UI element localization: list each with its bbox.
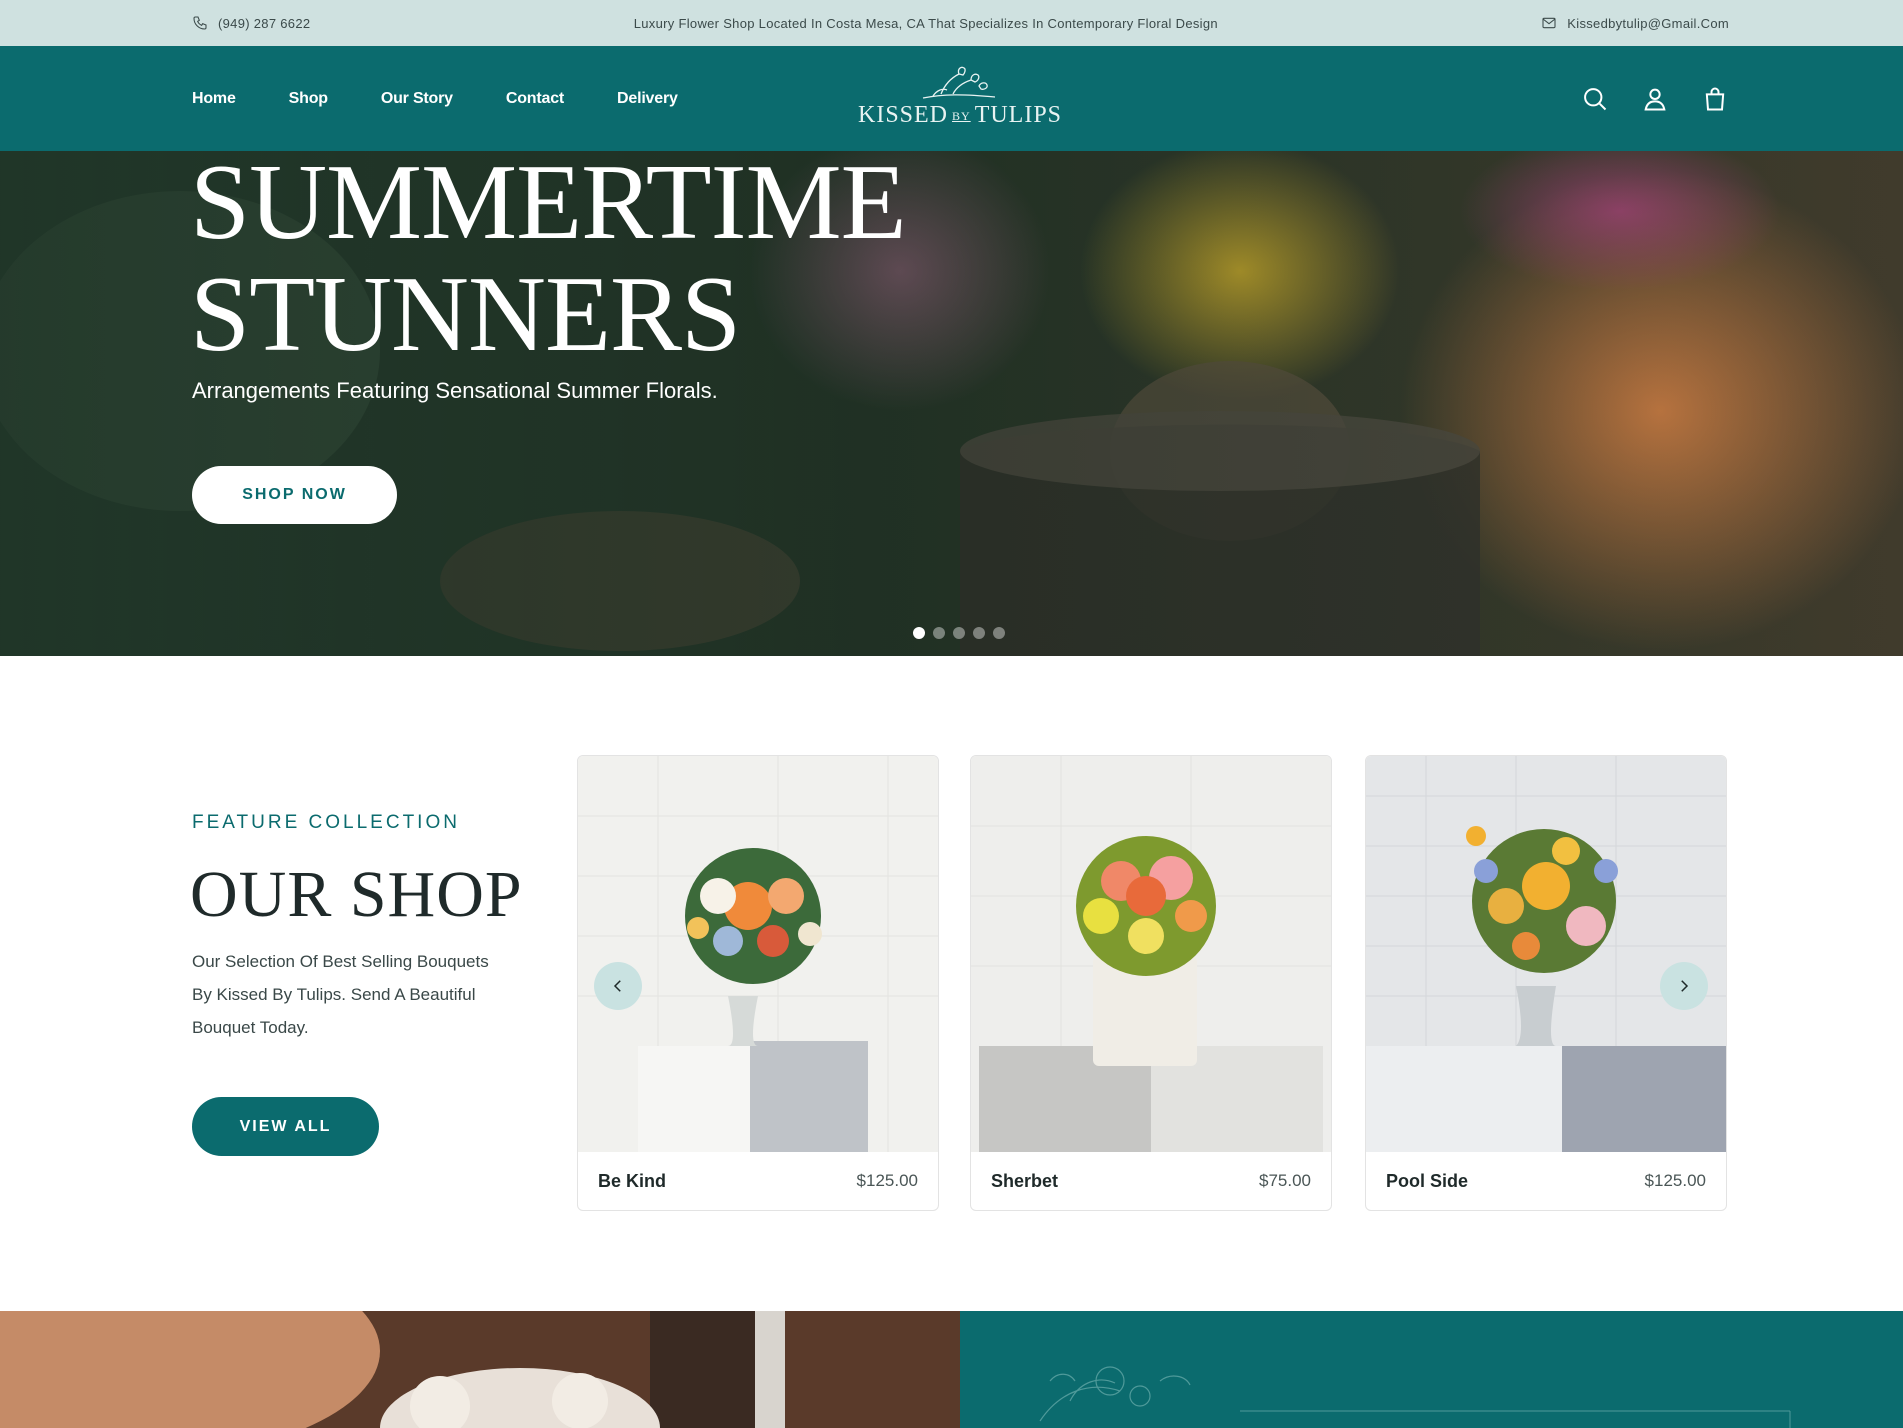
nav-home[interactable]: Home [192,90,236,108]
hero-banner: SUMMERTIME STUNNERS Arrangements Featuri… [0,151,1903,656]
mail-icon [1542,17,1556,29]
site-logo[interactable]: KISSED BY TULIPS [858,64,1063,134]
user-icon [1644,88,1666,110]
email-address[interactable]: Kissedbytulip@Gmail.Com [1567,16,1729,31]
product-image[interactable] [578,756,938,1152]
product-name[interactable]: Be Kind [598,1171,666,1192]
product-price: $75.00 [1259,1171,1311,1190]
top-info-bar: (949) 287 6622 Luxury Flower Shop Locate… [0,0,1903,46]
floral-ornament-icon [1039,1366,1791,1428]
product-image[interactable] [1366,756,1726,1152]
carousel-dot-5[interactable] [993,627,1005,639]
cart-button[interactable] [1701,85,1729,113]
phone-contact[interactable]: (949) 287 6622 [192,15,310,31]
site-header: Home Shop Our Story Contact Delivery KIS… [0,46,1903,151]
header-actions [1581,46,1729,151]
account-button[interactable] [1641,85,1669,113]
product-meta: Sherbet $75.00 [971,1152,1331,1210]
search-icon [1584,87,1607,110]
product-name[interactable]: Pool Side [1386,1171,1468,1192]
logo-wordmark: KISSED BY TULIPS [858,102,1063,128]
feature-eyebrow: FEATURE COLLECTION [192,812,460,833]
nav-shop[interactable]: Shop [289,90,328,108]
story-image [0,1311,960,1428]
view-all-button[interactable]: VIEW ALL [192,1097,379,1156]
carousel-dot-2[interactable] [933,627,945,639]
carousel-next-button[interactable] [1660,962,1708,1010]
product-price: $125.00 [1644,1171,1706,1190]
bag-icon [1705,87,1725,110]
email-contact[interactable]: Kissedbytulip@Gmail.Com [1541,15,1729,31]
carousel-dot-3[interactable] [953,627,965,639]
carousel-dots [913,627,1005,639]
phone-icon [193,16,207,30]
shop-now-button[interactable]: SHOP NOW [192,466,397,524]
product-card-sherbet[interactable]: Sherbet $75.00 [970,755,1332,1211]
nav-contact[interactable]: Contact [506,90,564,108]
carousel-prev-button[interactable] [594,962,642,1010]
carousel-dot-1[interactable] [913,627,925,639]
product-meta: Be Kind $125.00 [578,1152,938,1210]
phone-number[interactable]: (949) 287 6622 [218,16,310,31]
main-nav: Home Shop Our Story Contact Delivery [192,46,678,151]
search-button[interactable] [1581,85,1609,113]
chevron-left-icon [613,980,621,992]
store-tagline: Luxury Flower Shop Located In Costa Mesa… [633,15,1218,31]
hero-subtitle: Arrangements Featuring Sensational Summe… [192,378,718,403]
chevron-right-icon [1681,980,1689,992]
hero-title: SUMMERTIME STUNNERS [190,151,907,374]
product-image[interactable] [971,756,1331,1152]
feature-title: OUR SHOP [190,858,523,931]
nav-delivery[interactable]: Delivery [617,90,678,108]
nav-our-story[interactable]: Our Story [381,90,453,108]
feature-description: Our Selection Of Best Selling Bouquets B… [192,952,489,1037]
product-price: $125.00 [856,1171,918,1190]
carousel-dot-4[interactable] [973,627,985,639]
story-panel [960,1311,1903,1428]
tulip-logo-icon [922,66,996,99]
product-meta: Pool Side $125.00 [1366,1152,1726,1210]
product-name[interactable]: Sherbet [991,1171,1058,1192]
